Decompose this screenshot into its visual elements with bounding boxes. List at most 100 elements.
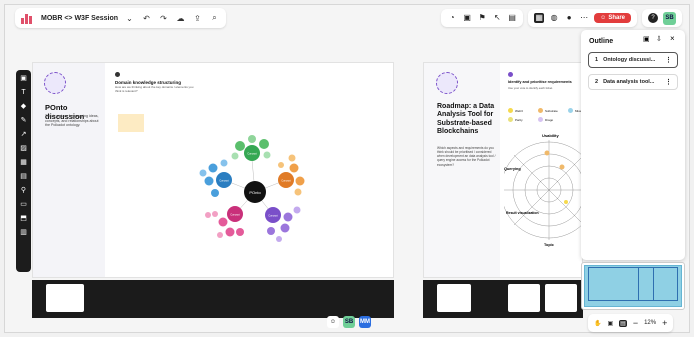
roadmap-logo-icon bbox=[436, 72, 458, 94]
kebab-menu-icon[interactable]: ⋮ bbox=[665, 78, 672, 86]
legend-dot-mixed bbox=[568, 108, 573, 113]
fit-icon[interactable]: ▤ bbox=[619, 319, 627, 327]
hand-icon[interactable]: ✋ bbox=[594, 320, 601, 327]
radar-label-usability: Usability bbox=[542, 133, 559, 138]
ontology-logo-icon bbox=[44, 72, 66, 94]
redo-icon[interactable]: ↷ bbox=[158, 14, 169, 23]
board-header: MOBR <> W3F Session ⌄ ↶ ↷ ☁ ⇪ ⌕ bbox=[15, 8, 227, 28]
roadmap-dot-icon bbox=[508, 72, 513, 77]
card-icon[interactable]: ▣ bbox=[462, 13, 472, 23]
templates-icon[interactable]: ▥ bbox=[19, 228, 28, 237]
zoom-controls: ✋ ▣ ▤ − 12% + bbox=[588, 314, 674, 332]
collaboration-tools: ◔ ▣ ⚑ ↖ ▤ bbox=[441, 9, 524, 27]
concept-label-purple: Concept bbox=[268, 215, 278, 218]
legend-parity: Parity bbox=[515, 118, 523, 122]
section-dot-icon bbox=[115, 72, 120, 77]
outline-item-ontology[interactable]: 1 Ontology discussi... ⋮ bbox=[588, 52, 678, 68]
concept-label-magenta: Concept bbox=[230, 214, 240, 217]
layout-icon[interactable]: ▦ bbox=[534, 13, 545, 23]
ontology-subtitle: This is a place for mapping ideas, conce… bbox=[45, 114, 99, 128]
ontology-strip[interactable] bbox=[32, 280, 394, 318]
radar-label-result: Result visualization bbox=[506, 211, 539, 215]
minimap-frame bbox=[638, 267, 678, 301]
shapes-icon[interactable]: ◆ bbox=[19, 102, 28, 111]
outline-item-label: Data analysis tool... bbox=[603, 79, 655, 85]
share-group: ▦ ◍ ● ⋯ ☺ Share bbox=[528, 9, 637, 27]
roadmap-thumbnail-3[interactable] bbox=[545, 284, 577, 312]
top-right-toolbar: ◔ ▣ ⚑ ↖ ▤ ▦ ◍ ● ⋯ ☺ Share ? SB bbox=[441, 9, 682, 27]
zoom-level[interactable]: 12% bbox=[644, 320, 656, 326]
share-user-icon: ☺ bbox=[600, 15, 607, 21]
legend-dot-web3 bbox=[508, 108, 513, 113]
zoom-in-button[interactable]: + bbox=[662, 318, 667, 328]
ontology-thumbnail[interactable] bbox=[46, 284, 84, 312]
present-icon[interactable]: ▤ bbox=[507, 13, 517, 23]
help-icon[interactable]: ? bbox=[648, 13, 658, 23]
chevron-down-icon[interactable]: ⌄ bbox=[124, 14, 135, 23]
minimap[interactable] bbox=[581, 262, 685, 310]
legend-drago: Drago bbox=[545, 118, 554, 122]
roadmap-thumbnail-2[interactable] bbox=[508, 284, 540, 312]
emoji-icon[interactable]: ☺ bbox=[327, 316, 339, 328]
radar-label-querying: Querying bbox=[504, 167, 521, 171]
legend-substrate: Substrate bbox=[545, 109, 558, 113]
outline-item-number: 2 bbox=[595, 79, 599, 85]
avatar[interactable]: SB bbox=[663, 11, 676, 25]
legend-dot-parity bbox=[508, 117, 513, 122]
roadmap-section-text: Use your vote to identify each ticket. bbox=[508, 86, 553, 90]
roadmap-desc: Which aspects and requirements do you th… bbox=[437, 146, 496, 167]
image-icon[interactable]: ▨ bbox=[19, 144, 28, 153]
concept-label-blue: Concept bbox=[219, 180, 229, 183]
roadmap-section-title: Identify and prioritise requirements bbox=[508, 80, 572, 84]
more-icon[interactable]: ⋯ bbox=[579, 13, 589, 23]
outline-item-data-analysis[interactable]: 2 Data analysis tool... ⋮ bbox=[588, 74, 678, 90]
grid-icon[interactable]: ▦ bbox=[19, 158, 28, 167]
vote-icon[interactable]: ⚑ bbox=[477, 13, 487, 23]
text-icon[interactable]: T bbox=[19, 88, 28, 97]
sticky-note-icon[interactable]: ▣ bbox=[19, 74, 28, 83]
roadmap-thumbnail-1[interactable] bbox=[437, 284, 471, 312]
upload-icon[interactable]: ⇪ bbox=[192, 14, 203, 23]
share-label: Share bbox=[608, 15, 625, 21]
radar-label-topic: Topic bbox=[544, 243, 554, 247]
collaborator-avatar[interactable]: MM bbox=[359, 316, 371, 328]
user-icon[interactable]: ● bbox=[564, 13, 574, 23]
app-logo-icon[interactable] bbox=[21, 12, 35, 24]
share-button[interactable]: ☺ Share bbox=[594, 13, 631, 23]
comments-icon[interactable]: ▣ bbox=[607, 320, 613, 327]
legend-web3: Web3 bbox=[515, 109, 523, 113]
timer-icon[interactable]: ◔ bbox=[447, 13, 457, 23]
mindmap-icon[interactable]: ⚲ bbox=[19, 186, 28, 195]
undo-icon[interactable]: ↶ bbox=[141, 14, 152, 23]
close-icon[interactable]: × bbox=[670, 34, 675, 43]
kebab-menu-icon[interactable]: ⋮ bbox=[665, 56, 672, 64]
outline-item-number: 1 bbox=[595, 57, 599, 63]
concept-label-orange: Concept bbox=[281, 180, 291, 183]
upload-file-icon[interactable]: ⬒ bbox=[19, 214, 28, 223]
search-icon[interactable]: ⌕ bbox=[209, 13, 220, 23]
roadmap-title: Roadmap: a Data Analysis Tool for Substr… bbox=[437, 103, 495, 136]
pointer-icon[interactable]: ↖ bbox=[492, 13, 502, 23]
mind-map[interactable]: POnto Concept Concept Concept Concept Co… bbox=[195, 135, 325, 250]
creation-toolbar: ▣ T ◆ ✎ ↗ ▨ ▦ ▤ ⚲ ▭ ⬒ ▥ bbox=[16, 70, 31, 272]
present-mode-icon[interactable]: ▣ bbox=[643, 35, 650, 43]
zoom-out-button[interactable]: − bbox=[633, 318, 638, 328]
collaborators: ☺ SB MM bbox=[327, 316, 371, 328]
comment-icon[interactable]: ◍ bbox=[549, 13, 559, 23]
pen-icon[interactable]: ✎ bbox=[19, 116, 28, 125]
outline-panel: Outline ▣ ⇩ × 1 Ontology discussi... ⋮ 2… bbox=[581, 30, 685, 260]
collaborator-avatar[interactable]: SB bbox=[343, 316, 355, 328]
connector-icon[interactable]: ↗ bbox=[19, 130, 28, 139]
frame-icon[interactable]: ▭ bbox=[19, 200, 28, 209]
sticky-note[interactable] bbox=[118, 114, 144, 132]
board-title[interactable]: MOBR <> W3F Session bbox=[41, 15, 118, 22]
download-icon[interactable]: ⇩ bbox=[656, 35, 662, 43]
account-group: ? SB bbox=[642, 9, 682, 27]
radar-chart[interactable]: Usability Querying Result visualization … bbox=[504, 130, 584, 250]
concept-label-green: Concept bbox=[247, 153, 257, 156]
roadmap-intro-panel bbox=[424, 63, 500, 277]
legend-dot-substrate bbox=[538, 108, 543, 113]
outline-item-label: Ontology discussi... bbox=[603, 57, 656, 63]
table-icon[interactable]: ▤ bbox=[19, 172, 28, 181]
cloud-icon[interactable]: ☁ bbox=[175, 14, 186, 23]
